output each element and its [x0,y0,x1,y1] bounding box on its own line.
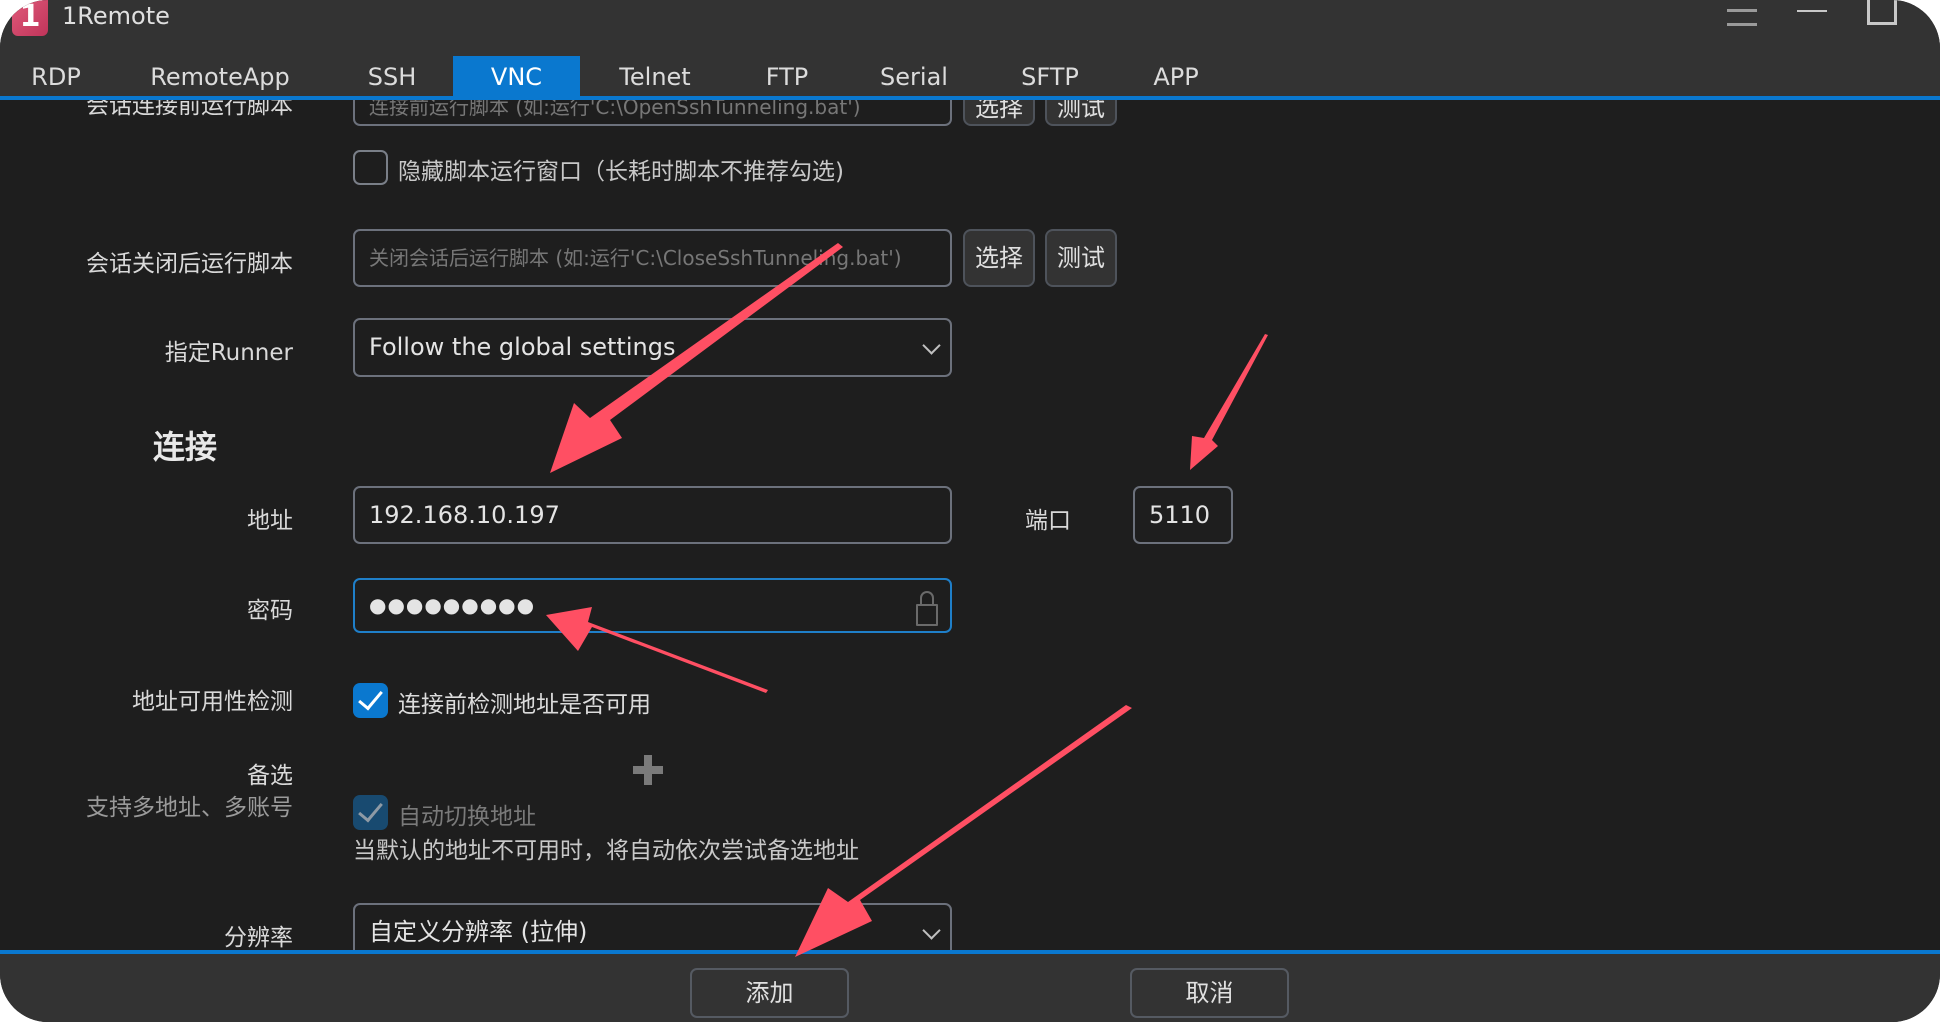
cancel-button[interactable]: 取消 [1130,968,1289,1018]
availability-check-text: 连接前检测地址是否可用 [398,692,651,718]
app-window: 1 1Remote RDP RemoteApp SSH VNC Telnet F… [0,0,1940,1022]
form-content[interactable]: 会话连接前运行脚本 连接前运行脚本 (如:运行'C:\OpenSshTunnel… [0,100,1940,950]
auto-switch-label: 自动切换地址 [398,804,536,830]
address-label: 地址 [247,508,293,534]
port-label: 端口 [1025,508,1071,534]
tab-telnet[interactable]: Telnet [610,56,700,96]
address-input[interactable]: 192.168.10.197 [353,486,952,544]
protocol-tabs: RDP RemoteApp SSH VNC Telnet FTP Serial … [0,56,1940,96]
tab-serial[interactable]: Serial [876,56,952,96]
hide-script-window-label: 隐藏脚本运行窗口（长耗时脚本不推荐勾选) [398,159,844,185]
minimize-icon[interactable] [1797,0,1829,34]
chevron-down-icon [922,920,941,940]
hide-script-window-checkbox[interactable] [353,150,388,185]
app-logo-icon: 1 [12,0,48,36]
availability-check-label: 地址可用性检测 [132,689,293,715]
tab-vnc[interactable]: VNC [453,56,580,96]
chevron-down-icon [922,335,941,355]
resolution-select-value: 自定义分辨率 (拉伸) [369,918,588,946]
pre-script-input[interactable]: 连接前运行脚本 (如:运行'C:\OpenSshTunneling.bat') [353,100,952,126]
title-bar: 1 1Remote RDP RemoteApp SSH VNC Telnet F… [0,0,1940,97]
tab-ssh[interactable]: SSH [356,56,428,96]
password-value: ●●●●●●●●● [369,593,536,617]
post-script-label: 会话关闭后运行脚本 [86,251,293,277]
tab-app[interactable]: APP [1146,56,1206,96]
post-script-test-button[interactable]: 测试 [1045,229,1117,287]
availability-check-checkbox[interactable] [353,683,388,718]
resolution-label: 分辨率 [224,925,293,950]
post-script-input[interactable]: 关闭会话后运行脚本 (如:运行'C:\CloseSshTunneling.bat… [353,229,952,287]
tab-remoteapp[interactable]: RemoteApp [150,56,290,96]
tab-ftp[interactable]: FTP [758,56,816,96]
password-input[interactable]: ●●●●●●●●● [353,578,952,633]
pre-script-test-button[interactable]: 测试 [1045,100,1117,126]
alternates-label: 备选 [247,763,293,789]
add-alternate-plus-icon[interactable] [633,755,663,785]
tab-rdp[interactable]: RDP [22,56,90,96]
password-label: 密码 [247,598,293,624]
menu-icon[interactable] [1727,0,1759,34]
pre-script-select-button[interactable]: 选择 [963,100,1035,126]
tab-sftp[interactable]: SFTP [1014,56,1086,96]
port-input[interactable]: 5110 [1133,486,1233,544]
footer-bar: 添加 取消 [0,954,1940,1022]
runner-select[interactable]: Follow the global settings [353,318,952,377]
app-title: 1Remote [62,2,170,30]
alternates-description: 当默认的地址不可用时，将自动依次尝试备选地址 [353,838,859,864]
resolution-select[interactable]: 自定义分辨率 (拉伸) [353,903,952,950]
runner-select-value: Follow the global settings [369,333,676,361]
pre-script-label: 会话连接前运行脚本 [86,100,293,119]
auto-switch-checkbox [353,795,388,830]
add-button[interactable]: 添加 [690,968,849,1018]
runner-label: 指定Runner [164,340,293,366]
post-script-select-button[interactable]: 选择 [963,229,1035,287]
section-connection-heading: 连接 [153,428,218,466]
maximize-icon[interactable] [1867,0,1897,34]
alternates-sublabel: 支持多地址、多账号 [86,795,293,821]
lock-icon [916,591,938,626]
